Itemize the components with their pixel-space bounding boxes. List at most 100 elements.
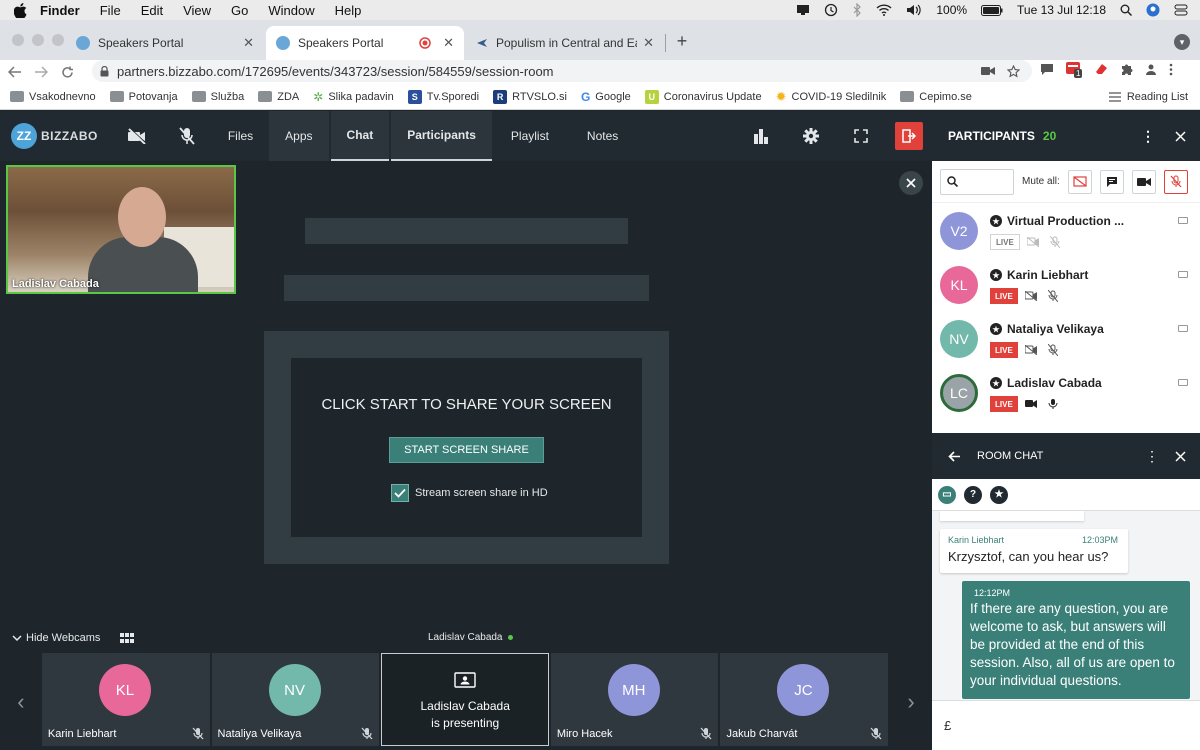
clock[interactable]: Tue 13 Jul 12:18 <box>1017 3 1106 17</box>
close-tab-icon[interactable]: ✕ <box>243 35 254 51</box>
hd-checkbox[interactable] <box>391 484 409 502</box>
chat-bubble-icon[interactable]: ▭ <box>938 485 956 504</box>
bookmark-item[interactable]: ✹ COVID-19 Sledilnik <box>776 89 887 105</box>
settings-button[interactable] <box>786 111 836 161</box>
camera-off-icon[interactable] <box>1022 342 1040 358</box>
mic-off-icon[interactable] <box>1044 342 1062 358</box>
tab-files[interactable]: Files <box>212 111 269 161</box>
spotlight-icon[interactable] <box>1120 4 1132 16</box>
camera-in-use-icon[interactable] <box>981 66 995 76</box>
control-center-icon[interactable] <box>1174 4 1188 16</box>
tab-notes[interactable]: Notes <box>568 111 637 161</box>
bookmark-item[interactable]: U Coronavirus Update <box>644 89 762 104</box>
zoom-window-button[interactable] <box>52 34 64 46</box>
mic-off-icon[interactable] <box>1046 234 1064 250</box>
back-arrow-icon[interactable] <box>948 450 961 462</box>
live-badge[interactable]: LIVE <box>990 396 1018 412</box>
address-bar[interactable]: partners.bizzabo.com/172695/events/34372… <box>92 60 1032 82</box>
leave-room-button[interactable] <box>895 122 923 150</box>
live-toggle[interactable]: LIVE <box>990 234 1020 250</box>
url-text[interactable]: partners.bizzabo.com/172695/events/34372… <box>117 64 981 79</box>
participant-search-input[interactable] <box>940 168 1014 195</box>
mute-all-screens-button[interactable] <box>1067 169 1092 194</box>
battery-icon[interactable] <box>981 4 1003 16</box>
bookmark-item[interactable]: R RTVSLO.si <box>493 89 567 104</box>
mic-off-icon[interactable] <box>1044 288 1062 304</box>
extensions-puzzle-icon[interactable] <box>1120 63 1133 76</box>
bookmark-item[interactable]: Služba <box>191 91 244 103</box>
close-tab-icon[interactable]: ✕ <box>643 35 654 51</box>
chevron-right-icon[interactable]: › <box>890 653 932 750</box>
webcam-tile[interactable]: JC Jakub Charvát <box>720 653 889 746</box>
webcam-tile[interactable]: NV Nataliya Velikaya <box>211 653 380 746</box>
mute-all-mics-button[interactable] <box>1163 169 1188 194</box>
camera-off-button[interactable] <box>112 111 162 161</box>
bookmark-item[interactable]: G Google <box>581 90 631 104</box>
live-badge[interactable]: LIVE <box>990 288 1018 304</box>
close-tab-icon[interactable]: ✕ <box>443 35 454 51</box>
menu-edit[interactable]: Edit <box>141 3 163 18</box>
grid-view-icon[interactable] <box>120 633 135 643</box>
close-participants-icon[interactable] <box>1175 130 1186 142</box>
hd-option[interactable]: Stream screen share in HD <box>391 484 548 502</box>
back-arrow-icon[interactable] <box>4 62 26 82</box>
tab-chat[interactable]: Chat <box>330 111 390 161</box>
browser-tab-active[interactable]: Speakers Portal ✕ <box>266 26 464 60</box>
apple-icon[interactable] <box>0 2 40 18</box>
start-screen-share-button[interactable]: START SCREEN SHARE <box>389 437 544 463</box>
help-icon[interactable]: ? <box>964 485 982 504</box>
menu-file[interactable]: File <box>100 3 121 18</box>
close-chat-icon[interactable] <box>1175 450 1186 462</box>
menu-window[interactable]: Window <box>268 3 314 18</box>
extension-eraser-icon[interactable] <box>1094 63 1108 75</box>
wifi-icon[interactable] <box>876 4 892 16</box>
close-window-button[interactable] <box>12 34 24 46</box>
mute-all-chat-button[interactable] <box>1099 169 1124 194</box>
tab-playlist[interactable]: Playlist <box>492 111 568 161</box>
camera-icon[interactable] <box>1022 396 1040 412</box>
stats-button[interactable] <box>736 111 786 161</box>
tab-participants[interactable]: Participants <box>391 111 492 161</box>
webcam-tile[interactable]: MH Miro Hacek <box>550 653 719 746</box>
menu-go[interactable]: Go <box>231 3 248 18</box>
hide-webcams-toggle[interactable]: Hide Webcams <box>12 632 100 644</box>
screen-mirror-icon[interactable] <box>796 4 810 16</box>
reload-icon[interactable] <box>56 62 78 82</box>
participants-menu-icon[interactable]: ⋮ <box>1141 128 1155 145</box>
camera-off-icon[interactable] <box>1022 288 1040 304</box>
profile-icon[interactable] <box>1145 63 1157 75</box>
live-badge[interactable]: LIVE <box>990 342 1018 358</box>
mute-all-cameras-button[interactable] <box>1131 169 1156 194</box>
participant-options-icon[interactable] <box>1178 379 1188 386</box>
bookmark-item[interactable]: ✲ Slika padavin <box>313 90 394 104</box>
browser-tab[interactable]: Populism in Central and Eastern ✕ <box>466 26 664 60</box>
star-icon[interactable]: ★ <box>990 485 1008 504</box>
minimize-window-button[interactable] <box>32 34 44 46</box>
bookmark-item[interactable]: ZDA <box>258 91 299 103</box>
browser-menu-icon[interactable] <box>1169 63 1173 76</box>
bookmark-item[interactable]: Cepimo.se <box>900 91 972 103</box>
self-webcam-video[interactable]: Ladislav Cabada <box>6 165 236 294</box>
fullscreen-button[interactable] <box>836 111 886 161</box>
lock-icon[interactable] <box>100 65 109 77</box>
volume-icon[interactable] <box>906 4 922 16</box>
bookmark-item[interactable]: S Tv.Sporedi <box>407 89 479 104</box>
bookmark-star-icon[interactable] <box>1007 64 1020 78</box>
chat-input[interactable]: £ <box>932 700 1200 750</box>
participant-row[interactable]: NV ★ Nataliya Velikaya LIVE <box>932 315 1200 369</box>
participant-options-icon[interactable] <box>1178 217 1188 224</box>
menu-view[interactable]: View <box>183 3 211 18</box>
new-tab-button[interactable]: + <box>672 32 692 52</box>
reading-list-button[interactable]: Reading List <box>1108 91 1188 103</box>
camera-off-icon[interactable] <box>1024 234 1042 250</box>
participant-row[interactable]: LC ★ Ladislav Cabada LIVE <box>932 369 1200 423</box>
mic-off-button[interactable] <box>162 111 212 161</box>
extension-calendar-icon[interactable]: 1 <box>1066 62 1083 78</box>
browser-tab[interactable]: Speakers Portal ✕ <box>66 26 264 60</box>
presenter-tile[interactable]: Ladislav Cabada is presenting <box>381 653 549 746</box>
menu-app-finder[interactable]: Finder <box>40 3 80 18</box>
tab-search-icon[interactable]: ▾ <box>1174 34 1190 50</box>
tab-apps[interactable]: Apps <box>269 111 329 161</box>
time-machine-icon[interactable] <box>824 3 838 17</box>
webcam-tile[interactable]: KL Karin Liebhart <box>41 653 210 746</box>
